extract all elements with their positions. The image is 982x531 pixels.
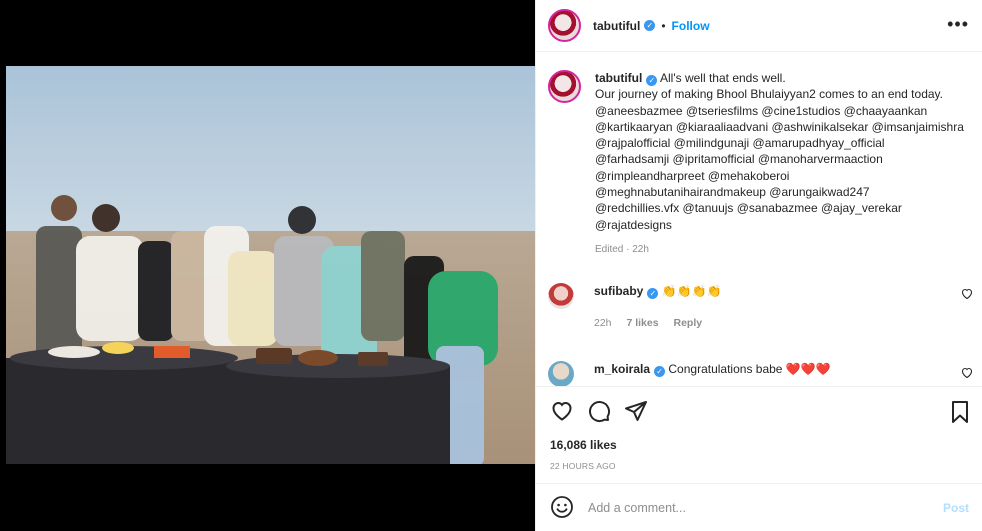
add-comment-input[interactable]: Add a comment... (588, 501, 943, 515)
comment-text: Congratulations babe ❤️❤️❤️ (668, 362, 831, 376)
caption-author-avatar[interactable] (548, 70, 581, 103)
reply-button[interactable]: Reply (674, 317, 703, 329)
post-media-area (0, 0, 535, 531)
caption-text: Our journey of making Bhool Bhulaiyyan2 … (595, 87, 943, 102)
commenter-username[interactable]: sufibaby (594, 284, 643, 298)
add-comment-bar: Add a comment... Post (536, 483, 982, 531)
caption-text: All's well that ends well. (660, 71, 786, 85)
caption-mentions: @redchillies.vfx @tanuujs @sanabazmee @a… (595, 201, 902, 216)
caption-mentions: @rimpleandharpreet @mehakoberoi (595, 168, 790, 183)
commenter-username[interactable]: m_koirala (594, 362, 650, 376)
separator-dot: • (661, 18, 666, 33)
caption-mentions: @aneesbazmee @tseriesfilms @cine1studios… (595, 103, 928, 118)
edited-timestamp: Edited · 22h (595, 243, 649, 255)
commenter-avatar[interactable] (548, 361, 574, 387)
bookmark-icon[interactable] (949, 400, 971, 424)
commenter-avatar[interactable] (548, 283, 574, 309)
comment-likes[interactable]: 7 likes (626, 317, 658, 329)
author-username[interactable]: tabutiful (593, 19, 640, 33)
author-avatar[interactable] (548, 9, 581, 42)
verified-icon: ✓ (647, 288, 659, 299)
post-timestamp[interactable]: 22 HOURS AGO (550, 461, 616, 471)
post-actions: 16,086 likes 22 HOURS AGO Add a comment.… (536, 386, 982, 531)
post-photo[interactable] (6, 66, 535, 464)
caption-mentions: @rajpalofficial @milindgunaji @amarupadh… (595, 136, 885, 151)
more-options-icon[interactable]: ••• (947, 14, 969, 34)
share-icon[interactable] (624, 399, 648, 423)
comment-meta: 22h 7 likes Reply (594, 315, 721, 331)
like-comment-heart-icon[interactable] (961, 367, 973, 381)
like-comment-heart-icon[interactable] (961, 288, 973, 302)
post-comment-button[interactable]: Post (943, 501, 969, 515)
verified-icon: ✓ (654, 366, 666, 377)
caption-first-line: tabutiful ✓ All's well that ends well. (595, 70, 973, 86)
verified-icon: ✓ (644, 20, 656, 31)
likes-count[interactable]: 16,086 likes (550, 438, 617, 452)
comment-body: m_koirala ✓ Congratulations babe ❤️❤️❤️ (594, 361, 831, 387)
follow-button[interactable]: Follow (672, 19, 710, 33)
caption-body: tabutiful ✓ All's well that ends well. Ou… (595, 70, 973, 258)
post-details-panel: tabutiful ✓ • Follow ••• tabutiful ✓ All'… (535, 0, 982, 531)
post-caption: tabutiful ✓ All's well that ends well. Ou… (548, 70, 973, 258)
caption-mentions: @farhadsamji @ipritamofficial @manoharve… (595, 152, 883, 167)
caption-mentions: @kartikaaryan @kiaraaliaadvani @ashwinik… (595, 119, 964, 134)
comment-body: sufibaby ✓ 👏👏👏👏 22h 7 likes Reply (594, 283, 721, 331)
instagram-post-view: tabutiful ✓ • Follow ••• tabutiful ✓ All'… (0, 0, 982, 531)
caption-mentions: @meghnabutanihairandmakeup @arungaikwad2… (595, 185, 870, 200)
comment-item: m_koirala ✓ Congratulations babe ❤️❤️❤️ (548, 361, 973, 387)
post-header: tabutiful ✓ • Follow ••• (536, 0, 982, 52)
comment-icon[interactable] (587, 399, 611, 423)
comment-item: sufibaby ✓ 👏👏👏👏 22h 7 likes Reply (548, 283, 973, 331)
comment-text: 👏👏👏👏 (661, 284, 722, 298)
emoji-icon[interactable] (550, 495, 574, 522)
action-icons (550, 399, 648, 423)
verified-icon: ✓ (646, 75, 658, 86)
heart-icon[interactable] (550, 399, 574, 423)
caption-username[interactable]: tabutiful (595, 71, 642, 85)
comment-time[interactable]: 22h (594, 317, 612, 329)
caption-mentions: @rajatdesigns (595, 217, 672, 232)
